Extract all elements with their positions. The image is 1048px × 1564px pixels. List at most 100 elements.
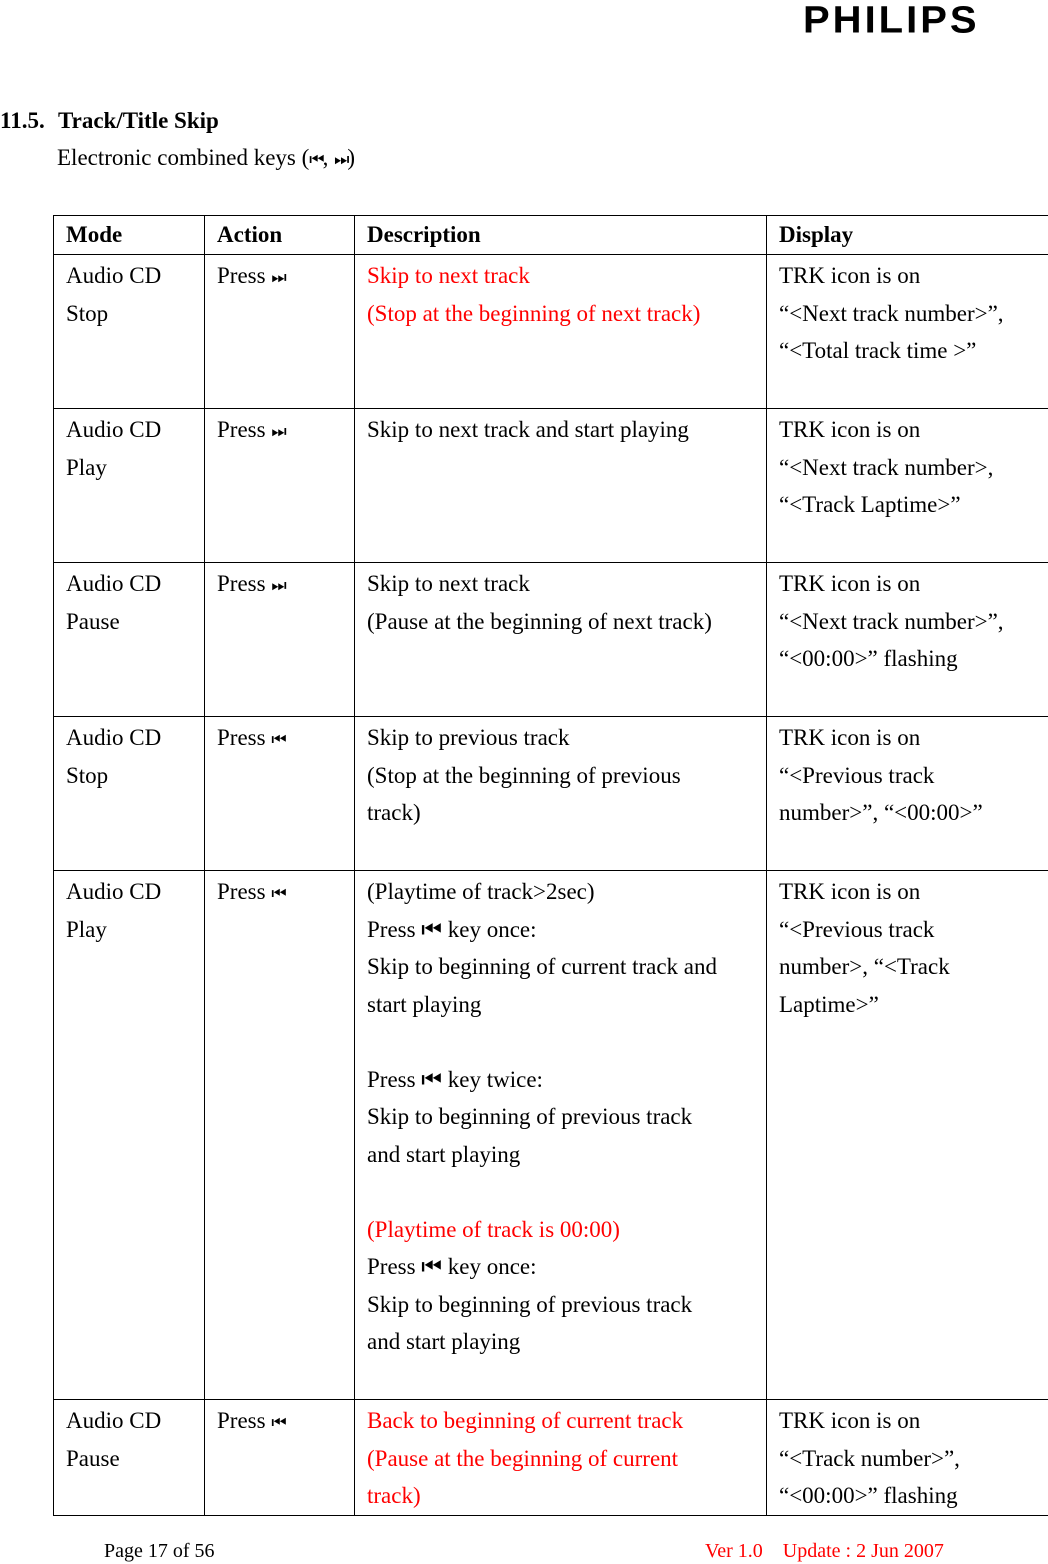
- display-cell: TRK icon is on “<Next track number>”, “<To…: [766, 254, 1048, 409]
- description-line: Skip to beginning of previous track: [367, 1291, 693, 1317]
- mode-line: Audio CD: [66, 263, 162, 288]
- description-line: Press ⏮ key once:: [367, 1254, 537, 1279]
- action-cell: Press ⏭: [204, 562, 355, 717]
- description-cell: Skip to next track (Pause at the beginnin…: [354, 562, 767, 717]
- previous-track-icon: ⏮: [271, 884, 286, 904]
- mode-cell: Audio CD Pause: [53, 562, 205, 717]
- table-header-row: Mode Action Description Display: [53, 215, 1048, 255]
- description-line: (Stop at the beginning of previous: [367, 762, 681, 788]
- header-display: Display: [766, 215, 1048, 255]
- action-label: Press: [217, 417, 266, 442]
- description-line: Skip to next track: [367, 571, 530, 596]
- action-label: Press: [217, 879, 266, 904]
- header-action: Action: [204, 215, 355, 255]
- mode-cell: Audio CD Play: [53, 870, 205, 1400]
- display-line: “<Next track number>”,: [779, 608, 1004, 634]
- action-cell: Press ⏮: [204, 716, 355, 871]
- description-cell: Skip to next track (Stop at the beginning…: [354, 254, 767, 409]
- display-line: Laptime>”: [779, 991, 879, 1017]
- page-number: Page 17 of 56: [104, 1540, 215, 1562]
- mode-line: Stop: [66, 300, 109, 326]
- mode-cell: Audio CD Play: [53, 408, 205, 563]
- action-line: Press ⏭: [217, 565, 354, 606]
- action-line: Press ⏭: [217, 411, 354, 452]
- next-track-icon: ⏭: [334, 150, 349, 170]
- action-cell: Press ⏮: [204, 870, 355, 1400]
- display-cell: TRK icon is on “<Next track number>”, “<00…: [766, 562, 1048, 717]
- display-line: TRK icon is on: [779, 879, 921, 904]
- description-line: Skip to beginning of previous track: [367, 1104, 693, 1129]
- previous-track-icon: ⏮: [309, 150, 324, 170]
- display-cell: TRK icon is on “<Previous track number>, “…: [766, 870, 1048, 1400]
- display-line: number>”, “<00:00>”: [779, 800, 983, 825]
- subtitle-separator: ,: [322, 145, 335, 170]
- table-row: Audio CD Play Press ⏭ Skip to next track an…: [53, 408, 1048, 563]
- description-cell: Skip to previous track (Stop at the begin…: [354, 716, 767, 871]
- header-mode: Mode: [53, 215, 205, 255]
- mode-cell: Audio CD Stop: [53, 254, 205, 409]
- display-line: “<Next track number>,: [779, 454, 994, 480]
- version-info: Ver 1.0 Update : 2 Jun 2007: [705, 1540, 944, 1562]
- description-line: and start playing: [367, 1329, 521, 1354]
- mode-line: Audio CD: [66, 417, 162, 442]
- display-line: “<Previous track: [779, 916, 935, 942]
- next-track-icon: ⏭: [271, 268, 286, 288]
- display-line: “<00:00>” flashing: [779, 646, 958, 671]
- description-line: [367, 1023, 766, 1061]
- action-cell: Press ⏭: [204, 408, 355, 563]
- description-line: Back to beginning of current track: [367, 1408, 684, 1433]
- description-line: track): [367, 1483, 421, 1508]
- action-cell: Press ⏮: [204, 1399, 355, 1516]
- section-number: 11.5.: [0, 108, 45, 133]
- description-line: Press ⏮ key twice:: [367, 1066, 543, 1092]
- mode-line: Audio CD: [66, 1408, 162, 1433]
- section-title: Track/Title Skip: [58, 108, 219, 133]
- display-cell: TRK icon is on “<Next track number>, “<Tra…: [766, 408, 1048, 563]
- action-cell: Press ⏭: [204, 254, 355, 409]
- table-row: Audio CD Stop Press ⏭ Skip to next track (St…: [53, 254, 1048, 409]
- mode-line: Pause: [66, 608, 120, 634]
- description-line: Press ⏮ key once:: [367, 916, 537, 942]
- display-line: “<Next track number>”,: [779, 300, 1004, 326]
- description-line: [367, 1173, 766, 1211]
- table-row: Audio CD Pause Press ⏭ Skip to next track (P…: [53, 562, 1048, 717]
- description-line: (Stop at the beginning of next track): [367, 300, 701, 326]
- description-line: track): [367, 800, 421, 825]
- mode-line: Audio CD: [66, 725, 162, 750]
- display-line: “<Total track time >”: [779, 338, 977, 363]
- mode-line: Audio CD: [66, 879, 162, 904]
- next-track-icon: ⏭: [271, 422, 286, 442]
- description-line: Skip to beginning of current track and: [367, 954, 718, 979]
- table-row: Audio CD Stop Press ⏮ Skip to previous trac…: [53, 716, 1048, 871]
- section-subtitle: Electronic combined keys (⏮, ⏭): [57, 145, 355, 171]
- mode-line: Audio CD: [66, 571, 162, 596]
- action-label: Press: [217, 571, 266, 596]
- display-cell: TRK icon is on “<Track number>”, “<00:00>”…: [766, 1399, 1048, 1516]
- display-line: TRK icon is on: [779, 263, 921, 288]
- track-skip-table: Mode Action Description Display Audio CD…: [53, 215, 1048, 1516]
- mode-line: Play: [66, 916, 107, 942]
- action-line: Press ⏭: [217, 257, 354, 298]
- display-line: “<00:00>” flashing: [779, 1483, 958, 1508]
- action-label: Press: [217, 725, 266, 750]
- action-label: Press: [217, 263, 266, 288]
- display-line: TRK icon is on: [779, 571, 921, 596]
- mode-line: Stop: [66, 762, 109, 788]
- description-cell: (Playtime of track>2sec) Press ⏮ key once…: [354, 870, 767, 1400]
- action-line: Press ⏮: [217, 719, 354, 760]
- display-cell: TRK icon is on “<Previous track number>”, …: [766, 716, 1048, 871]
- display-line: TRK icon is on: [779, 1408, 921, 1433]
- description-line: (Playtime of track is 00:00): [367, 1216, 620, 1242]
- mode-line: Pause: [66, 1445, 120, 1471]
- mode-line: Play: [66, 454, 107, 480]
- display-line: TRK icon is on: [779, 417, 921, 442]
- previous-track-icon: ⏮: [271, 730, 286, 750]
- description-line: (Pause at the beginning of current: [367, 1445, 679, 1471]
- description-line: (Pause at the beginning of next track): [367, 608, 712, 634]
- description-cell: Back to beginning of current track (Pause…: [354, 1399, 767, 1516]
- action-line: Press ⏮: [217, 1402, 354, 1443]
- display-line: “<Track Laptime>”: [779, 492, 961, 517]
- next-track-icon: ⏭: [271, 576, 286, 596]
- display-line: number>, “<Track: [779, 954, 950, 979]
- table-row: Audio CD Play Press ⏮ (Playtime of track>2s…: [53, 870, 1048, 1400]
